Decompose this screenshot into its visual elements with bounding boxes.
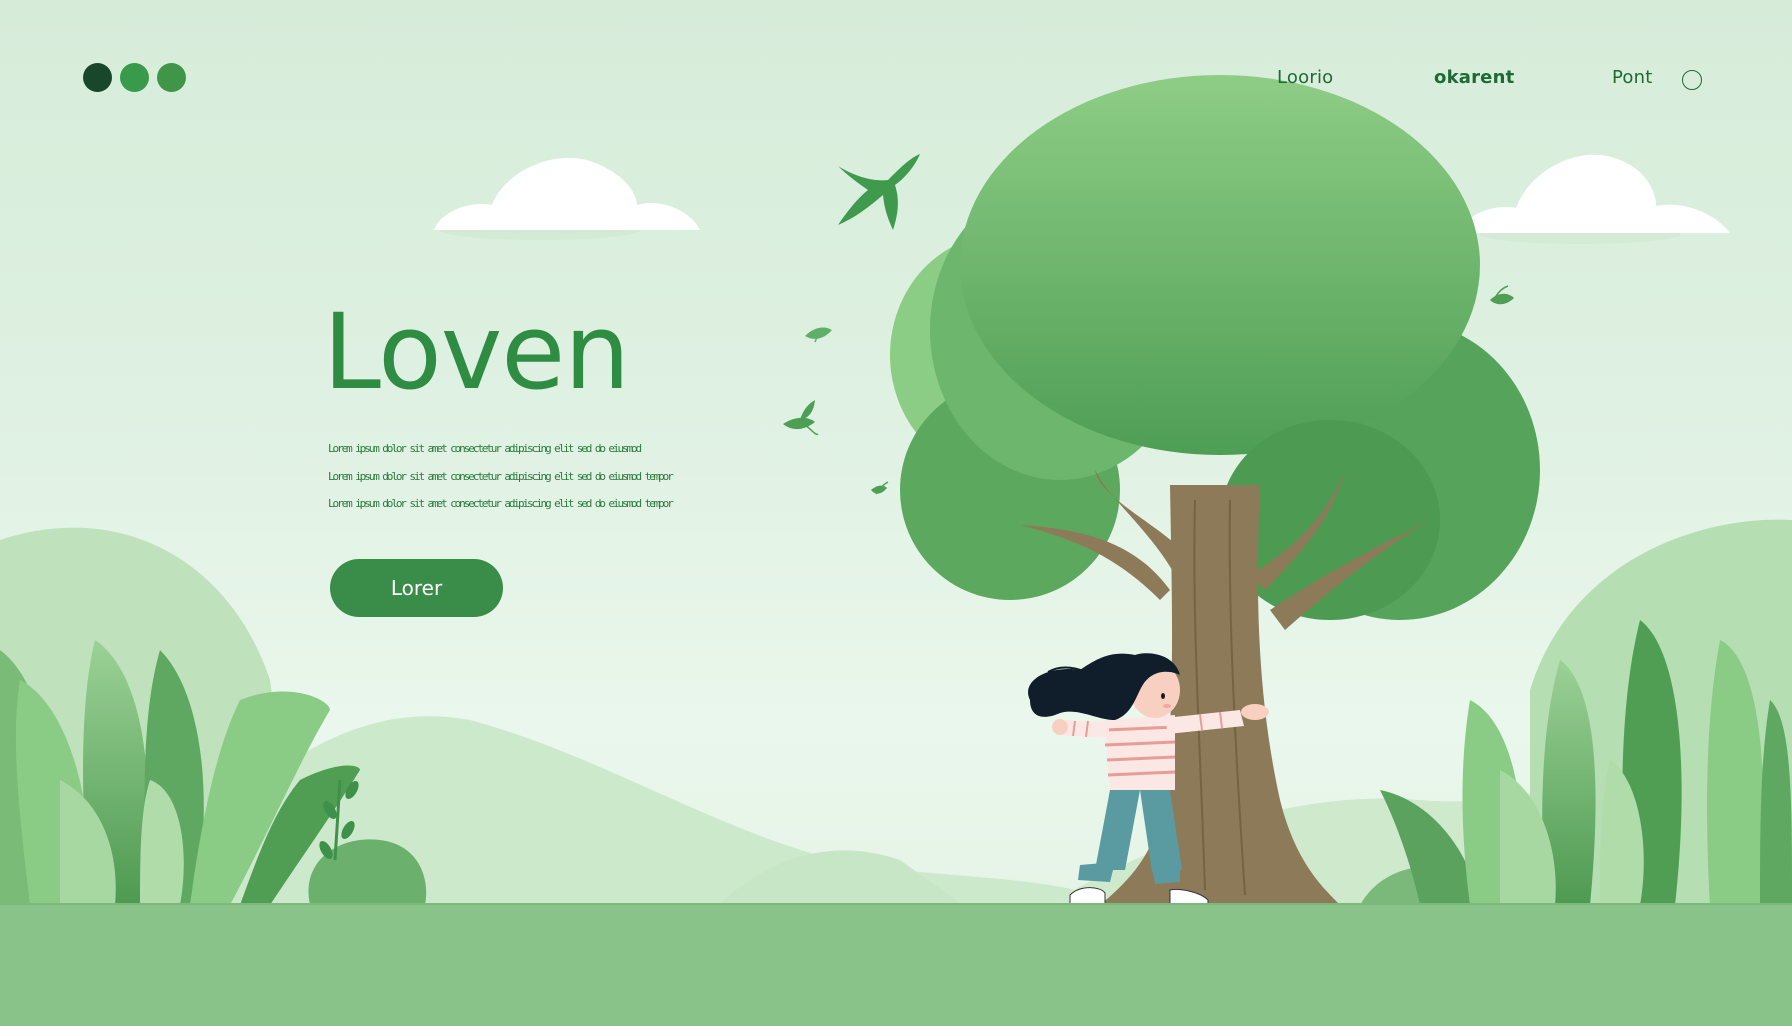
hero-body-line: Lorem ipsum dolor sit amet consectetur a… [328,497,674,510]
leaf-icon [783,400,819,436]
nav-link-pont[interactable]: Pont [1612,67,1653,88]
window-dot-icon[interactable] [83,63,112,92]
bird-icon [838,154,920,230]
hero-title: Loven [323,291,630,413]
leaf-icon [1490,285,1514,305]
window-controls [83,63,186,92]
tree [890,75,1540,905]
nav-link-okarent[interactable]: okarent [1434,67,1514,88]
ground [0,903,1792,1026]
leaf-icon [871,481,889,495]
cloud-icon [434,157,700,240]
illustration-scene [0,75,1792,906]
hero-body-line: Lorem ipsum dolor sit amet consectetur a… [328,470,674,483]
cta-button[interactable]: Lorer [330,559,503,617]
circle-icon[interactable] [1682,70,1702,90]
hero-body-line: Lorem ipsum dolor sit amet consectetur a… [328,442,642,455]
window-dot-icon[interactable] [157,63,186,92]
window-dot-icon[interactable] [120,63,149,92]
cloud-icon [1458,154,1730,244]
nav-link-loorio[interactable]: Loorio [1277,67,1333,88]
leaf-icon [805,327,832,343]
